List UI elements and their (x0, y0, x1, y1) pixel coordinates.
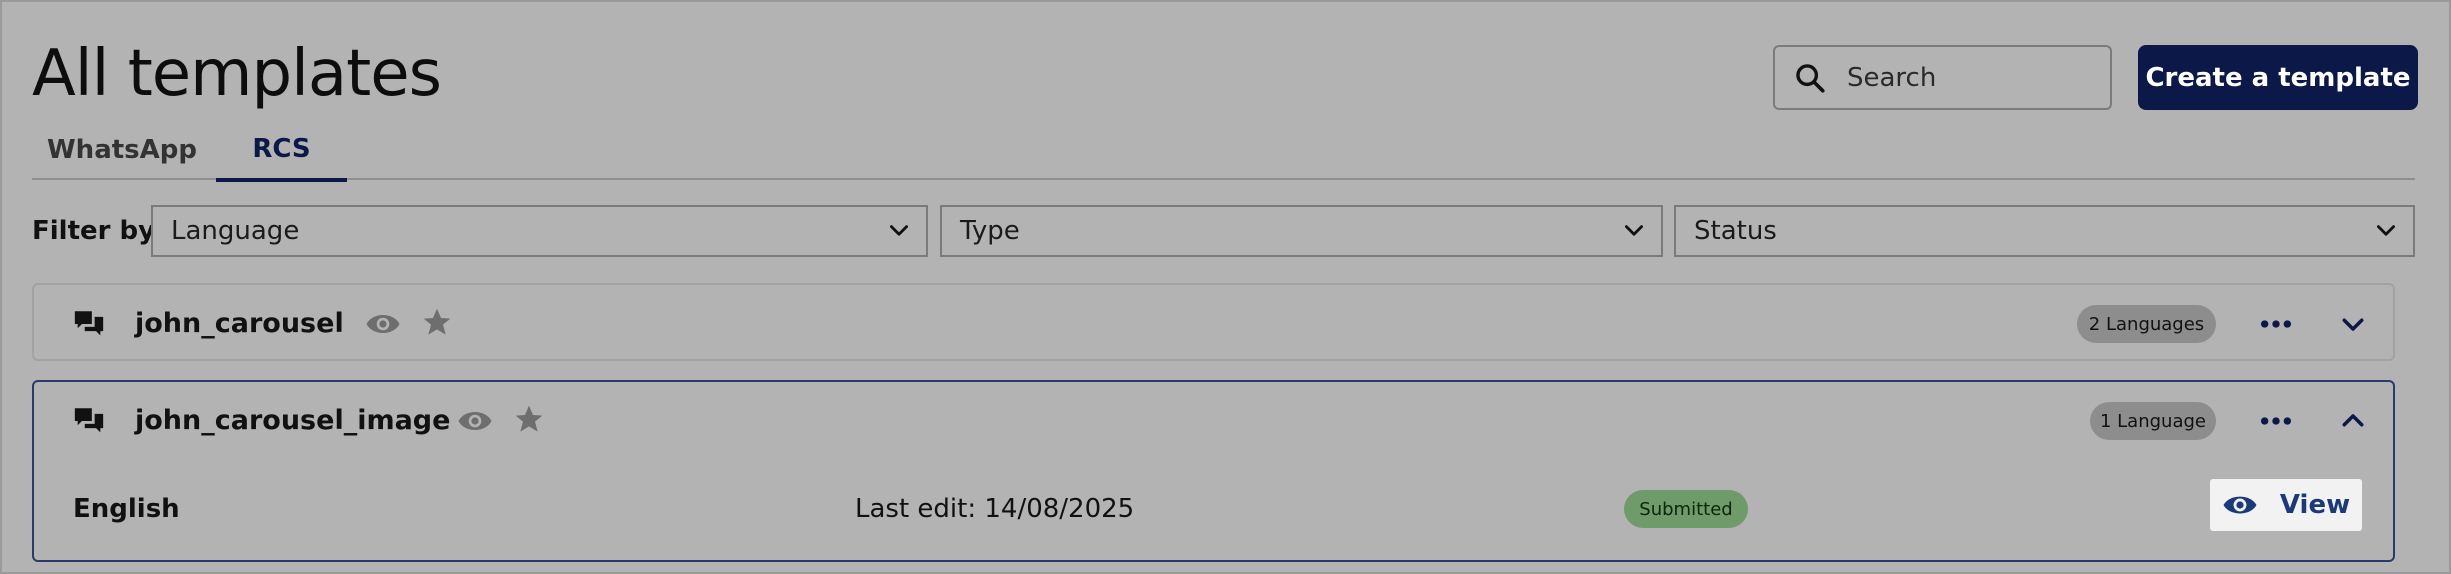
eye-icon (2223, 496, 2257, 514)
more-icon[interactable] (2259, 309, 2293, 339)
search-box[interactable] (1773, 45, 2112, 110)
last-edit-date: Last edit: 14/08/2025 (855, 494, 1135, 524)
chevron-up-icon[interactable] (2338, 406, 2368, 436)
view-button-label: View (2279, 490, 2351, 520)
tab-rcs[interactable]: RCS (216, 120, 347, 182)
chevron-down-icon (890, 225, 908, 236)
template-language-row: English Last edit: 14/08/2025 Submitted … (34, 468, 2393, 552)
eye-icon[interactable] (457, 406, 493, 436)
chevron-down-icon (2377, 225, 2395, 236)
language-name: English (73, 494, 180, 524)
chevron-down-icon[interactable] (2338, 309, 2368, 339)
type-filter-label: Type (960, 216, 1020, 246)
languages-badge: 2 Languages (2077, 305, 2216, 343)
template-name: john_carousel (135, 308, 344, 339)
star-icon[interactable] (513, 403, 545, 435)
template-name: john_carousel_image (135, 405, 451, 436)
template-row-header[interactable]: john_carousel 2 Languages (34, 285, 2393, 361)
template-row[interactable]: john_carousel_image 1 Language English L… (32, 380, 2395, 562)
eye-icon[interactable] (365, 309, 401, 339)
status-filter-select[interactable]: Status (1674, 205, 2415, 257)
filter-label: Filter by: (32, 216, 166, 246)
languages-badge: 1 Language (2090, 402, 2216, 440)
star-icon[interactable] (421, 306, 453, 338)
chevron-down-icon (1625, 225, 1643, 236)
tab-bar: WhatsApp RCS (32, 120, 2415, 182)
language-filter-label: Language (171, 216, 300, 246)
search-input[interactable] (1847, 62, 2087, 93)
page-title: All templates (32, 37, 442, 111)
template-row[interactable]: john_carousel 2 Languages (32, 283, 2395, 361)
templates-page: All templates Create a template WhatsApp… (0, 0, 2451, 574)
tab-whatsapp[interactable]: WhatsApp (32, 120, 212, 180)
type-filter-select[interactable]: Type (940, 205, 1663, 257)
create-template-button[interactable]: Create a template (2138, 45, 2418, 110)
more-icon[interactable] (2259, 406, 2293, 436)
status-filter-label: Status (1694, 216, 1777, 246)
chat-icon (74, 311, 104, 336)
language-filter-select[interactable]: Language (151, 205, 928, 257)
view-button[interactable]: View (2210, 479, 2362, 531)
search-icon (1796, 63, 1825, 93)
template-row-header[interactable]: john_carousel_image 1 Language (34, 382, 2393, 458)
status-badge: Submitted (1624, 490, 1748, 528)
chat-icon (74, 408, 104, 433)
